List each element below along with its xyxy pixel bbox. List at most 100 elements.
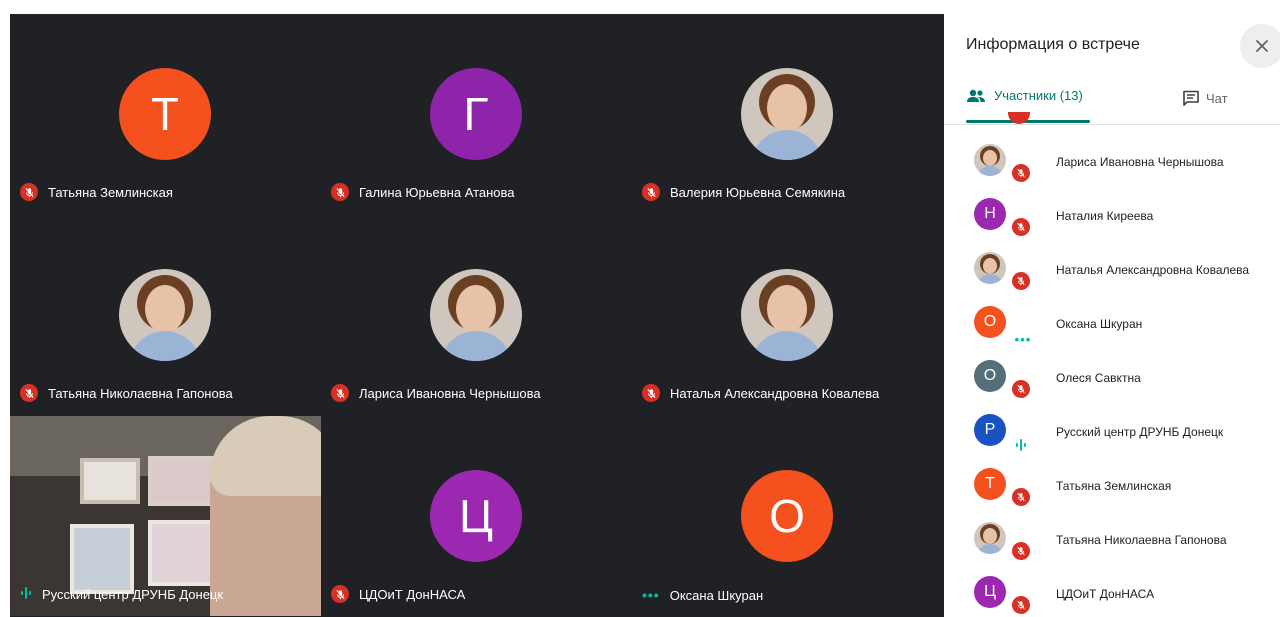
meet-window: Т Татьяна Землинская Г Галина Юрьевна Атано… [0,0,1280,617]
meeting-details-panel: Информация о встрече Участники (13) Чат … [944,14,1280,617]
mic-off-badge [642,384,660,402]
participant-row[interactable]: Р Русский центр ДРУНБ Донецк [944,410,1280,464]
participant-row[interactable]: Т Татьяна Землинская [944,464,1280,518]
tile-name-bar: ЦДОиТ ДонНАСА [331,585,465,603]
participant-avatar: Г [430,68,522,160]
mic-off-badge [1010,378,1032,400]
participant-avatar: О [974,360,1006,392]
audio-level-badge [1010,434,1032,456]
participant-avatar: Ц [974,576,1006,608]
mic-off-icon [646,187,656,197]
participant-tile[interactable]: Валерия Юрьевна Семякина [632,14,943,215]
participant-tile[interactable]: Наталья Александровна Ковалева [632,215,943,416]
tile-name-bar: Валерия Юрьевна Семякина [642,183,845,201]
participant-name: Русский центр ДРУНБ Донецк [1056,425,1224,439]
participant-avatar: Т [974,468,1006,500]
top-strip [0,0,1280,14]
participant-row[interactable]: Ц ЦДОиТ ДонНАСА [944,572,1280,617]
participant-tile[interactable]: Лариса Ивановна Чернышова [321,215,632,416]
mic-off-badge [1010,162,1032,184]
tab-divider [944,124,1280,125]
participant-name: ЦДОиТ ДонНАСА [359,586,466,602]
participant-avatar: Н [974,198,1006,230]
participant-tile[interactable]: Русский центр ДРУНБ Донецк [10,416,321,617]
mic-off-badge [20,384,38,402]
mic-off-badge [1010,540,1032,562]
participant-row[interactable]: Наталья Александровна Ковалева [944,248,1280,302]
participant-name: Татьяна Николаевна Гапонова [1056,533,1227,547]
tile-name-bar: ••• Оксана Шкуран [642,587,763,603]
active-tab-indicator [966,120,1090,123]
close-panel-button[interactable] [1240,24,1280,68]
participant-avatar: Ц [430,470,522,562]
participant-row[interactable]: Татьяна Николаевна Гапонова [944,518,1280,572]
mic-off-badge [1010,216,1032,238]
participant-avatar: Р [974,414,1006,446]
participant-name: Валерия Юрьевна Семякина [670,184,846,200]
participant-name: Татьяна Землинская [48,184,173,200]
mic-off-icon [335,589,345,599]
participant-row[interactable]: О Олеся Савктна [944,356,1280,410]
audio-level-icon [21,587,31,599]
mic-off-icon [1017,276,1025,286]
more-dots-icon: ••• [642,587,660,603]
participant-name: Татьяна Николаевна Гапонова [48,385,233,401]
tab-chat-label: Чат [1206,90,1228,106]
participant-avatar [741,269,833,361]
participant-avatar [974,144,1006,176]
video-grid: Т Татьяна Землинская Г Галина Юрьевна Атано… [10,14,944,617]
people-icon [967,89,985,102]
mic-off-icon [1017,600,1025,610]
participant-name: Галина Юрьевна Атанова [359,184,515,200]
participant-row[interactable]: Лариса Ивановна Чернышова [944,140,1280,194]
panel-title: Информация о встрече [966,36,1140,53]
chat-icon [1183,90,1199,106]
participant-avatar [974,252,1006,284]
close-icon [1256,40,1268,52]
tile-name-bar: Лариса Ивановна Чернышова [331,384,541,402]
participant-avatar [430,269,522,361]
participant-tile[interactable]: О ••• Оксана Шкуран [632,416,943,617]
participants-list[interactable]: Лариса Ивановна Чернышова Н Наталия Киреев… [944,126,1280,617]
mic-off-icon [1017,168,1025,178]
mic-off-badge [1010,486,1032,508]
mic-off-icon [646,388,656,398]
mic-off-badge [20,183,38,201]
participant-name: Лариса Ивановна Чернышова [1056,155,1224,169]
mic-off-icon [24,187,34,197]
tab-participants-label: Участники (13) [994,88,1083,103]
participant-name: Олеся Савктна [1056,371,1141,385]
tile-name-bar: Наталья Александровна Ковалева [642,384,879,402]
participant-name: Наталья Александровна Ковалева [670,385,880,401]
mic-off-icon [1017,222,1025,232]
participant-tile[interactable]: Ц ЦДОиТ ДонНАСА [321,416,632,617]
participant-name: ЦДОиТ ДонНАСА [1056,587,1155,601]
mic-off-icon [24,388,34,398]
participant-name: Оксана Шкуран [669,587,764,603]
participant-name: Наталия Киреева [1056,209,1154,223]
participant-avatar [974,522,1006,554]
tile-name-bar: Русский центр ДРУНБ Донецк [20,586,223,603]
participant-tile[interactable]: Татьяна Николаевна Гапонова [10,215,321,416]
participant-name: Русский центр ДРУНБ Донецк [42,587,224,602]
participant-name: Оксана Шкуран [1056,317,1143,331]
mic-off-icon [1017,492,1025,502]
participant-avatar: О [741,470,833,562]
audio-level-badge [20,586,32,603]
tile-name-bar: Галина Юрьевна Атанова [331,183,515,201]
mic-off-badge [642,183,660,201]
mic-off-icon [335,187,345,197]
participant-name: Наталья Александровна Ковалева [1056,263,1250,277]
participant-tile[interactable]: Т Татьяна Землинская [10,14,321,215]
tab-chat[interactable]: Чат [1182,90,1228,106]
participant-tile[interactable]: Г Галина Юрьевна Атанова [321,14,632,215]
participant-avatar [741,68,833,160]
participant-row[interactable]: О ••• Оксана Шкуран [944,302,1280,356]
tile-name-bar: Татьяна Николаевна Гапонова [20,384,233,402]
mic-off-badge [331,384,349,402]
participant-avatar: О [974,306,1006,338]
participant-avatar: Т [119,68,211,160]
tile-name-bar: Татьяна Землинская [20,183,173,201]
participant-row[interactable]: Н Наталия Киреева [944,194,1280,248]
mic-off-icon [1017,546,1025,556]
